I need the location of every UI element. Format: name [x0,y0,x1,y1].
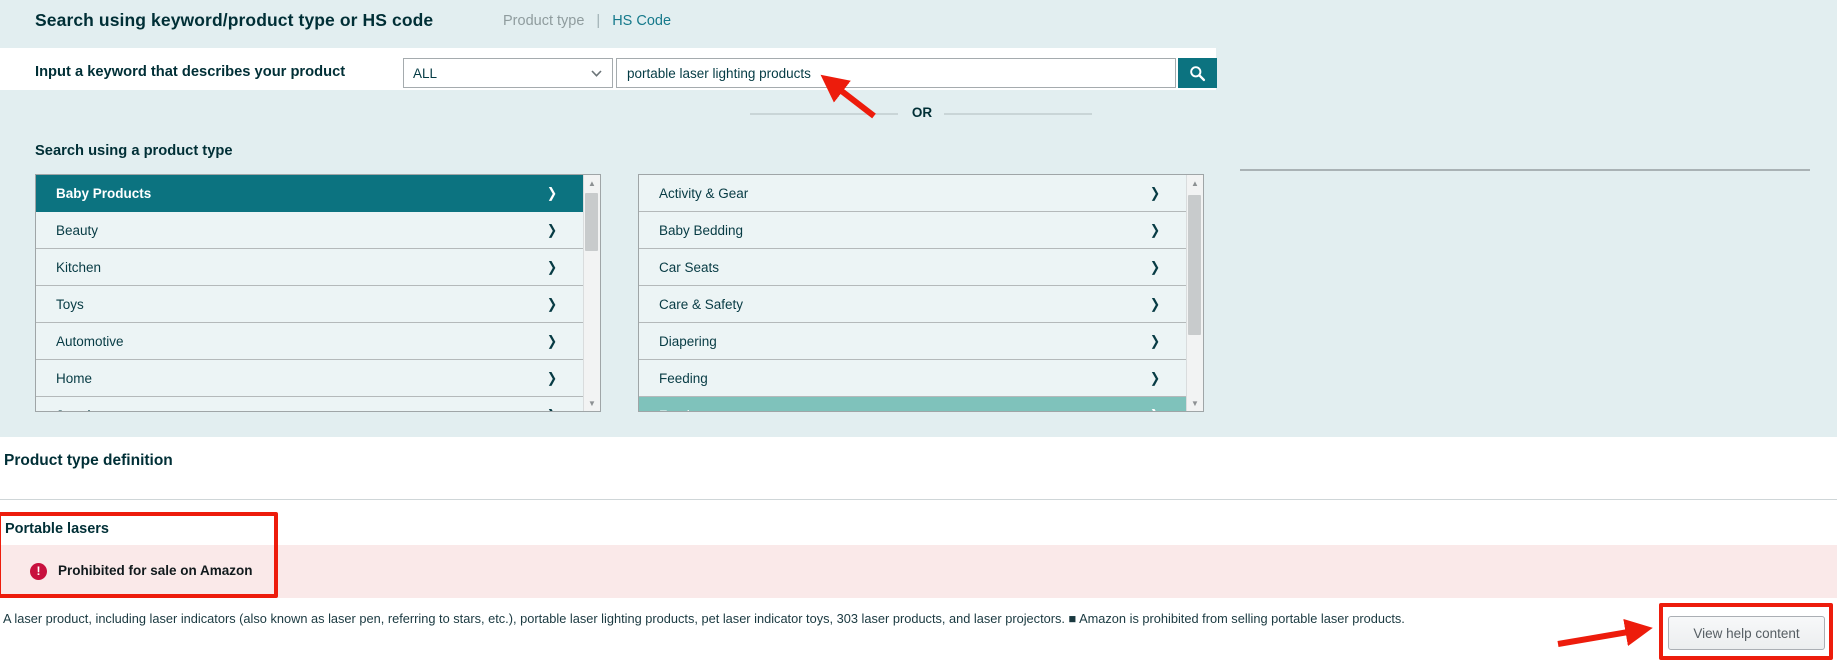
category-item-label: Home [56,371,92,386]
chevron-right-icon: ❯ [1150,259,1160,275]
category-item-label: Automotive [56,334,124,349]
category-item-label: Baby Bedding [659,223,743,238]
product-type-search-page: Search using keyword/product type or HS … [0,0,1837,664]
category-item-label: Baby Products [56,186,151,201]
chevron-right-icon: ❯ [1150,185,1160,201]
category-item-furniture[interactable]: Furniture ❯ [639,397,1186,412]
category-item-diapering[interactable]: Diapering ❯ [639,323,1186,360]
category-rows-level2: Activity & Gear ❯ Baby Bedding ❯ Car Sea… [639,175,1186,411]
scrollbar-track[interactable] [1187,191,1203,395]
definition-heading: Product type definition [4,452,173,470]
scroll-down-icon[interactable]: ▼ [1187,395,1203,411]
chevron-right-icon: ❯ [547,259,557,275]
chevron-down-icon [591,70,602,77]
category-item-label: Car Seats [659,260,719,275]
search-button[interactable] [1178,58,1217,88]
category-item-baby-products[interactable]: Baby Products ❯ [36,175,583,212]
category-item-beauty[interactable]: Beauty ❯ [36,212,583,249]
search-icon [1189,65,1206,82]
product-type-heading: Search using a product type [35,143,233,159]
category-item-label: Toys [56,297,84,312]
category-list-level3-border [1240,169,1810,171]
chevron-right-icon: ❯ [1150,407,1160,412]
chevron-right-icon: ❯ [1150,222,1160,238]
category-item-home[interactable]: Home ❯ [36,360,583,397]
scrollbar-track[interactable] [584,191,600,395]
scrollbar-level1[interactable]: ▲ ▼ [583,175,600,411]
category-item-care-safety[interactable]: Care & Safety ❯ [639,286,1186,323]
prohibited-badge-text: Prohibited for sale on Amazon [58,563,253,578]
category-item-feeding[interactable]: Feeding ❯ [639,360,1186,397]
keyword-input[interactable] [616,58,1176,88]
category-list-level2: Activity & Gear ❯ Baby Bedding ❯ Car Sea… [638,174,1204,412]
category-item-label: Activity & Gear [659,186,748,201]
category-list-level1: Baby Products ❯ Beauty ❯ Kitchen ❯ Toys … [35,174,601,412]
chevron-right-icon: ❯ [547,222,557,238]
product-type-name: Portable lasers [5,521,109,537]
or-divider-line-left [750,113,898,115]
tab-separator: | [596,13,600,29]
category-item-label: Jewelry [56,408,102,413]
category-item-label: Kitchen [56,260,101,275]
page-title: Search using keyword/product type or HS … [35,10,433,31]
category-item-toys[interactable]: Toys ❯ [36,286,583,323]
chevron-right-icon: ❯ [547,333,557,349]
definition-description: A laser product, including laser indicat… [3,611,1433,626]
keyword-input-label: Input a keyword that describes your prod… [35,64,345,80]
scroll-up-icon[interactable]: ▲ [1187,175,1203,191]
chevron-right-icon: ❯ [1150,370,1160,386]
category-rows-level1: Baby Products ❯ Beauty ❯ Kitchen ❯ Toys … [36,175,583,411]
category-item-kitchen[interactable]: Kitchen ❯ [36,249,583,286]
chevron-right-icon: ❯ [1150,296,1160,312]
scroll-up-icon[interactable]: ▲ [584,175,600,191]
tab-product-type[interactable]: Product type [503,13,584,29]
alert-icon: ! [30,563,47,580]
chevron-right-icon: ❯ [1150,333,1160,349]
chevron-right-icon: ❯ [547,370,557,386]
category-item-label: Diapering [659,334,717,349]
category-item-label: Beauty [56,223,98,238]
annotation-arrow-help-button [1558,629,1646,644]
scrollbar-thumb[interactable] [585,193,598,251]
category-item-baby-bedding[interactable]: Baby Bedding ❯ [639,212,1186,249]
category-item-automotive[interactable]: Automotive ❯ [36,323,583,360]
chevron-right-icon: ❯ [547,407,557,412]
category-item-label: Furniture [659,408,713,413]
tab-hs-code[interactable]: HS Code [612,13,671,29]
view-help-content-button[interactable]: View help content [1668,616,1825,650]
search-section: Search using keyword/product type or HS … [0,0,1837,437]
or-divider-line-right [944,113,1092,115]
category-item-label: Care & Safety [659,297,743,312]
search-mode-tabs: Product type | HS Code [503,13,671,29]
chevron-right-icon: ❯ [547,296,557,312]
category-item-activity-gear[interactable]: Activity & Gear ❯ [639,175,1186,212]
chevron-right-icon: ❯ [547,185,557,201]
definition-divider [0,499,1837,500]
prohibited-banner [0,545,1837,598]
scroll-down-icon[interactable]: ▼ [584,395,600,411]
or-divider-text: OR [902,105,942,120]
category-item-car-seats[interactable]: Car Seats ❯ [639,249,1186,286]
category-item-jewelry[interactable]: Jewelry ❯ [36,397,583,412]
scrollbar-level2[interactable]: ▲ ▼ [1186,175,1203,411]
category-item-label: Feeding [659,371,708,386]
category-select[interactable]: ALL [403,58,613,88]
category-select-value: ALL [413,66,437,81]
scrollbar-thumb[interactable] [1188,195,1201,335]
